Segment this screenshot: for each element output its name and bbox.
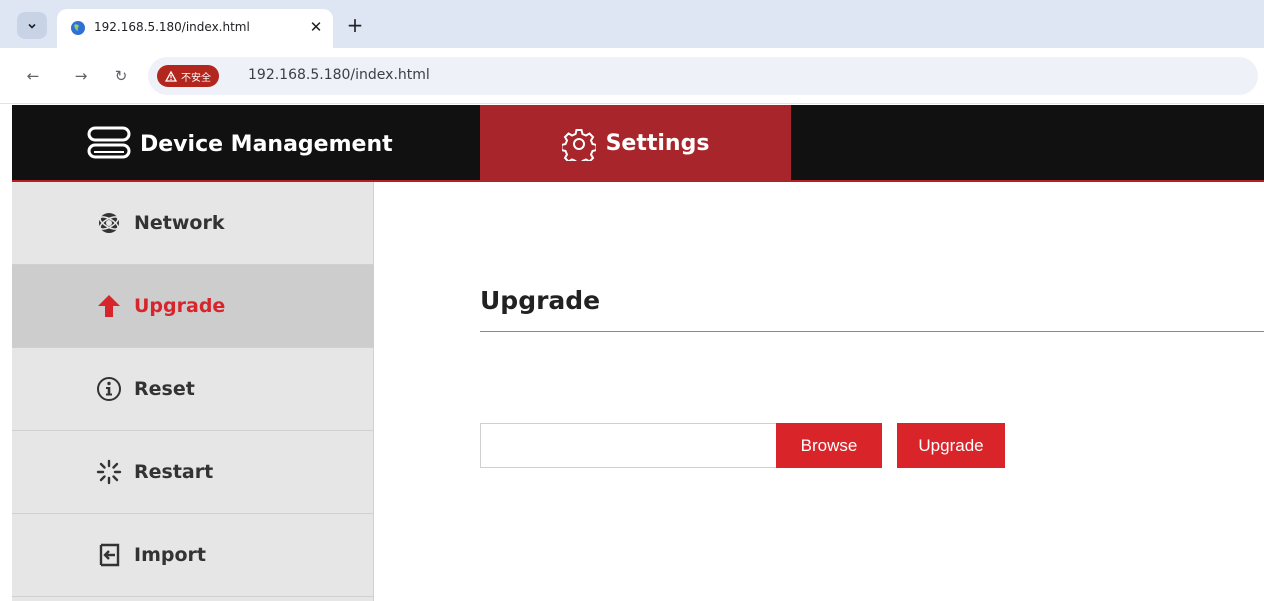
upgrade-button[interactable]: Upgrade [897, 423, 1005, 468]
brand-title: Device Management [140, 131, 393, 157]
reload-icon[interactable]: ↻ [110, 65, 132, 87]
browser-tab[interactable]: 192.168.5.180/index.html ✕ [57, 9, 333, 48]
warning-icon [165, 70, 177, 82]
app-header: Device Management Settings [12, 105, 1264, 182]
sidebar-item-restart[interactable]: Restart [12, 431, 374, 514]
browser-tabstrip: 192.168.5.180/index.html ✕ + [0, 0, 1264, 48]
sidebar-item-reset[interactable]: Reset [12, 348, 374, 431]
arrow-up-icon [96, 293, 122, 319]
gear-icon [561, 128, 596, 161]
sidebar-item-network[interactable]: Network [12, 182, 374, 265]
brand[interactable]: Device Management [86, 125, 393, 163]
sidebar-item-label: Restart [134, 461, 214, 483]
import-icon [96, 542, 122, 568]
globe-icon [96, 210, 122, 236]
globe-icon [71, 21, 85, 35]
tab-search-button[interactable] [17, 12, 47, 39]
sidebar-item-label: Network [134, 212, 225, 234]
file-path-input[interactable] [480, 423, 777, 468]
sidebar-item-import[interactable]: Import [12, 514, 374, 597]
security-chip[interactable]: 不安全 [157, 65, 219, 87]
back-icon[interactable]: ← [22, 65, 44, 87]
security-label: 不安全 [181, 72, 211, 84]
close-icon[interactable]: ✕ [306, 17, 326, 37]
info-icon [96, 376, 122, 402]
page-title: Upgrade [480, 286, 601, 315]
sidebar: Network Upgrade Reset Restart Import [12, 182, 374, 601]
address-bar[interactable]: 不安全 192.168.5.180/index.html [148, 57, 1258, 95]
sidebar-item-label: Reset [134, 378, 195, 400]
url-text[interactable]: 192.168.5.180/index.html [248, 67, 430, 83]
sidebar-item-label: Import [134, 544, 206, 566]
browser-toolbar: ← → ↻ 不安全 192.168.5.180/index.html [0, 48, 1264, 104]
title-divider [480, 331, 1264, 332]
settings-label: Settings [605, 131, 710, 156]
server-icon [87, 126, 131, 159]
chevron-down-icon [28, 23, 36, 29]
browse-button[interactable]: Browse [776, 423, 882, 468]
new-tab-button[interactable]: + [343, 14, 367, 38]
sidebar-item-label: Upgrade [134, 295, 226, 317]
tab-title: 192.168.5.180/index.html [94, 20, 250, 34]
tab-settings[interactable]: Settings [480, 105, 791, 182]
forward-icon[interactable]: → [70, 65, 92, 87]
main-content: Upgrade Browse Upgrade [375, 184, 1264, 601]
sidebar-item-upgrade[interactable]: Upgrade [12, 265, 374, 348]
spinner-icon [96, 459, 122, 485]
